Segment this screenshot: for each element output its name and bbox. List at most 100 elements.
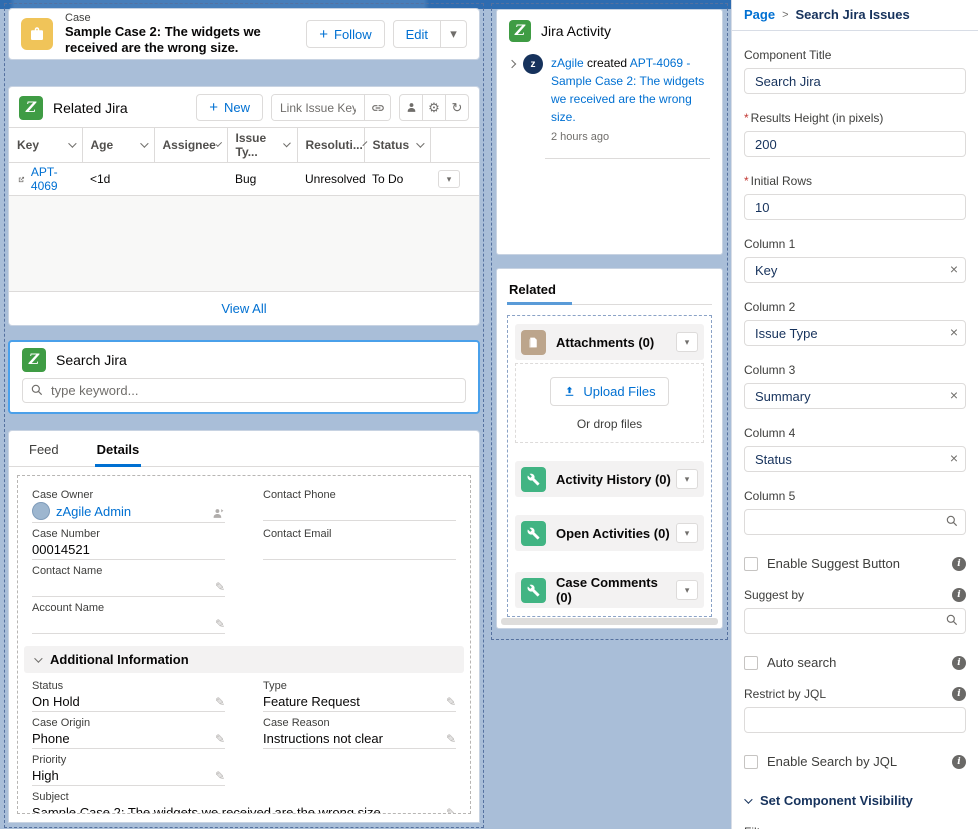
breadcrumb-page-link[interactable]: Page (744, 7, 775, 22)
clear-icon[interactable]: × (950, 450, 958, 467)
enable-suggest-row: Enable Suggest Button i (744, 556, 966, 571)
record-detail-component: Case Owner zAgile Admin Contact Phone Ca… (17, 475, 471, 814)
horizontal-scrollbar[interactable] (501, 618, 718, 625)
info-icon[interactable]: i (952, 557, 966, 571)
edit-button[interactable]: Edit (393, 20, 441, 48)
edit-pencil-icon[interactable]: ✎ (215, 580, 225, 594)
field-label: Contact Phone (263, 489, 456, 501)
column-header-issue-type[interactable]: Issue Ty... (227, 128, 297, 163)
new-issue-button[interactable]: +New (196, 94, 263, 121)
dropdown-icon: ▾ (685, 337, 690, 348)
restrict-jql-input[interactable] (744, 707, 966, 733)
avatar (32, 502, 50, 520)
edit-pencil-icon[interactable]: ✎ (446, 806, 456, 814)
case-title: Sample Case 2: The widgets we received a… (65, 24, 306, 57)
search-icon[interactable] (945, 514, 959, 531)
attachments-dropdown-button[interactable]: ▾ (676, 332, 698, 352)
search-jira-component-selected[interactable]: Z Search Jira (8, 340, 480, 414)
table-empty-area (9, 196, 479, 292)
clear-icon[interactable]: × (950, 261, 958, 278)
column-4-input[interactable] (744, 446, 966, 472)
related-jira-table: Key Age Assignee Issue Ty... Resoluti...… (9, 127, 479, 196)
tab-related[interactable]: Related (507, 273, 558, 304)
cell-assignee (154, 163, 227, 196)
field-label: Contact Email (263, 528, 456, 540)
column-3-input[interactable] (744, 383, 966, 409)
search-icon[interactable] (945, 613, 959, 630)
component-title-input[interactable] (744, 68, 966, 94)
change-owner-icon[interactable] (212, 507, 225, 520)
column-header-actions (430, 128, 479, 163)
expand-chevron-icon[interactable] (508, 60, 516, 68)
link-icon[interactable] (364, 95, 390, 120)
record-tabs-bar: Feed Details (9, 431, 479, 467)
auto-search-label: Auto search (767, 655, 836, 670)
enable-suggest-checkbox[interactable] (744, 557, 758, 571)
case-comments-dropdown-button[interactable]: ▾ (676, 580, 698, 600)
app-builder-canvas: Case Sample Case 2: The widgets we recei… (0, 0, 731, 829)
info-icon[interactable]: i (952, 687, 966, 701)
column-header-age[interactable]: Age (82, 128, 154, 163)
edit-pencil-icon[interactable]: ✎ (446, 732, 456, 746)
activity-history-section-header[interactable]: Activity History (0) ▾ (515, 461, 704, 497)
column-header-key[interactable]: Key (9, 128, 82, 163)
clear-icon[interactable]: × (950, 387, 958, 404)
edit-pencil-icon[interactable]: ✎ (215, 732, 225, 746)
suggest-by-input[interactable] (744, 608, 966, 634)
jira-search-input[interactable] (22, 378, 466, 403)
dropdown-icon: ▾ (685, 585, 690, 596)
case-actions-dropdown-button[interactable]: ▾ (441, 20, 467, 48)
cell-age: <1d (82, 163, 154, 196)
link-issue-key-input[interactable] (272, 95, 364, 120)
column-2-input[interactable] (744, 320, 966, 346)
set-component-visibility-section[interactable]: Set Component Visibility (744, 793, 966, 808)
filters-label: Filters (744, 825, 966, 829)
section-title: Additional Information (50, 652, 189, 667)
edit-pencil-icon[interactable]: ✎ (215, 617, 225, 631)
open-activities-dropdown-button[interactable]: ▾ (676, 523, 698, 543)
tab-details[interactable]: Details (95, 431, 142, 466)
open-activities-section-header[interactable]: Open Activities (0) ▾ (515, 515, 704, 551)
info-icon[interactable]: i (952, 656, 966, 670)
upload-files-button[interactable]: Upload Files (550, 377, 668, 406)
field-label: Contact Name (32, 565, 225, 577)
issue-key-link[interactable]: APT-4069 (31, 165, 74, 193)
column-header-assignee[interactable]: Assignee (154, 128, 227, 163)
file-drop-zone[interactable]: Upload Files Or drop files (515, 363, 704, 443)
edit-pencil-icon[interactable]: ✎ (446, 695, 456, 709)
upload-icon (563, 385, 576, 398)
case-comments-section-header[interactable]: Case Comments (0) ▾ (515, 572, 704, 608)
additional-information-section[interactable]: Additional Information (24, 646, 464, 673)
column-1-input[interactable] (744, 257, 966, 283)
auto-search-checkbox[interactable] (744, 656, 758, 670)
assign-user-button[interactable] (399, 94, 423, 121)
column-header-resolution[interactable]: Resoluti... (297, 128, 364, 163)
info-icon[interactable]: i (952, 588, 966, 602)
activity-actor-link[interactable]: zAgile (551, 56, 584, 70)
case-owner-link[interactable]: zAgile Admin (56, 504, 131, 519)
refresh-button[interactable]: ↻ (445, 94, 469, 121)
view-all-link[interactable]: View All (9, 292, 479, 325)
follow-button[interactable]: +Follow (306, 20, 384, 48)
initial-rows-input[interactable] (744, 194, 966, 220)
column-header-status[interactable]: Status (364, 128, 430, 163)
settings-gear-button[interactable]: ⚙ (422, 94, 446, 121)
row-actions-dropdown-button[interactable]: ▾ (438, 170, 460, 188)
activity-history-dropdown-button[interactable]: ▾ (676, 469, 698, 489)
detail-fields-grid: Case Owner zAgile Admin Contact Phone Ca… (32, 484, 456, 814)
enable-search-jql-row: Enable Search by JQL i (744, 754, 966, 769)
info-icon[interactable]: i (952, 755, 966, 769)
canvas-region-main: Case Sample Case 2: The widgets we recei… (4, 3, 484, 828)
edit-pencil-icon[interactable]: ✎ (215, 769, 225, 783)
attachments-section-header[interactable]: Attachments (0) ▾ (515, 324, 704, 360)
enable-search-jql-checkbox[interactable] (744, 755, 758, 769)
case-reason-value: Instructions not clear (263, 731, 442, 746)
column-5-input[interactable] (744, 509, 966, 535)
properties-panel: Page > Search Jira Issues Component Titl… (731, 0, 978, 829)
activity-body: zAgile created APT-4069 - Sample Case 2:… (551, 54, 710, 146)
results-height-input[interactable] (744, 131, 966, 157)
new-button-label: New (224, 100, 250, 115)
tab-feed[interactable]: Feed (27, 431, 61, 466)
clear-icon[interactable]: × (950, 324, 958, 341)
edit-pencil-icon[interactable]: ✎ (215, 695, 225, 709)
